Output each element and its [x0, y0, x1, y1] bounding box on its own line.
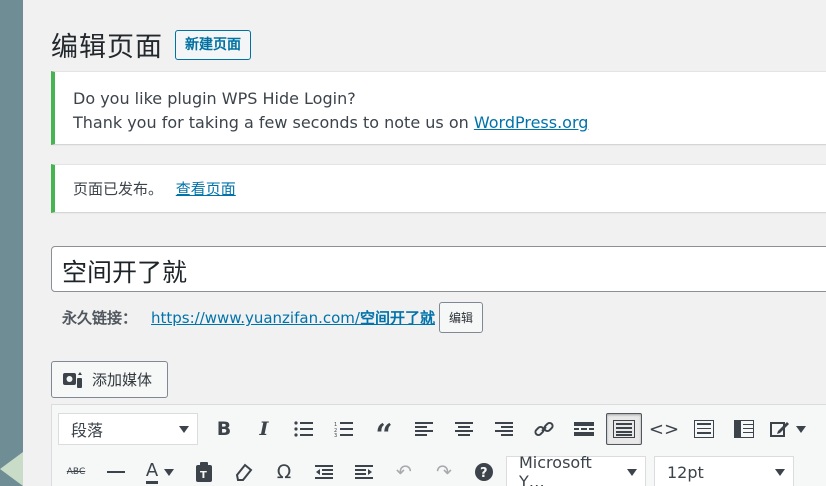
link-icon[interactable] [526, 413, 562, 445]
permalink-edit-button[interactable]: 编辑 [438, 302, 483, 333]
numbered-list-icon[interactable]: 123 [326, 413, 362, 445]
text-color-label: A [145, 460, 159, 484]
svg-text:3: 3 [334, 433, 337, 437]
blockquote-icon[interactable]: “ [366, 413, 402, 453]
font-size-select[interactable]: 12pt [654, 456, 794, 486]
text-color-icon[interactable]: A [138, 456, 182, 486]
published-text: 页面已发布。 [73, 180, 164, 198]
undo-icon[interactable]: ↶ [386, 456, 422, 486]
wordpress-org-link[interactable]: WordPress.org [474, 113, 589, 132]
permalink-label: 永久链接： [62, 309, 138, 327]
font-family-select[interactable]: Microsoft Y… [506, 453, 646, 486]
paste-text-icon[interactable]: T [186, 456, 222, 486]
align-left-icon[interactable] [406, 413, 442, 445]
font-family-value: Microsoft Y… [519, 453, 592, 486]
help-icon[interactable]: ? [466, 456, 502, 486]
code-icon[interactable]: <> [646, 413, 682, 445]
permalink-link[interactable]: https://www.yuanzifan.com/空间开了就 [151, 307, 435, 328]
text-color-dropdown-chevron-icon [164, 468, 175, 476]
page-title: 编辑页面 [51, 32, 163, 63]
bullet-list-icon[interactable] [286, 413, 322, 445]
add-new-page-button[interactable]: 新建页面 [175, 29, 251, 60]
table-icon[interactable] [686, 413, 722, 445]
add-media-icon [62, 370, 92, 390]
font-size-value: 12pt [667, 462, 704, 482]
outdent-icon[interactable] [306, 456, 342, 486]
edit-icon[interactable] [766, 413, 810, 445]
toolbar-row-1: 段落 B I 123 “ <> [58, 413, 814, 453]
italic-icon[interactable]: I [246, 413, 282, 445]
toolbar-row-2: ABC A T Ω ↶ ↷ ? Microsoft Y… 12pt [58, 453, 802, 486]
read-more-icon[interactable] [566, 413, 602, 445]
special-char-icon[interactable]: Ω [266, 456, 302, 486]
chevron-down-icon [179, 425, 189, 433]
font-family-chevron-icon [627, 468, 637, 476]
view-page-link[interactable]: 查看页面 [176, 180, 236, 198]
indent-icon[interactable] [346, 456, 382, 486]
current-menu-arrow [0, 452, 23, 486]
redo-icon[interactable]: ↷ [426, 456, 462, 486]
notice-line-2-text: Thank you for taking a few seconds to no… [73, 113, 474, 132]
font-size-chevron-icon [775, 468, 785, 476]
toolbar-toggle-icon[interactable] [606, 413, 642, 445]
add-media-label: 添加媒体 [92, 371, 153, 389]
svg-text:T: T [200, 470, 207, 481]
horizontal-rule-icon[interactable] [98, 456, 134, 486]
permalink-slug: 空间开了就 [359, 309, 435, 327]
page-header: 编辑页面 新建页面 [51, 25, 251, 64]
bold-icon[interactable]: B [206, 413, 242, 445]
post-title-input[interactable]: 空间开了就 [51, 246, 826, 292]
admin-sidebar [0, 0, 23, 486]
format-select[interactable]: 段落 [58, 413, 198, 445]
edit-dropdown-chevron-icon [796, 425, 806, 433]
columns-icon[interactable] [726, 413, 762, 445]
rate-plugin-notice: Do you like plugin WPS Hide Login? Thank… [51, 71, 826, 145]
svg-text:?: ? [480, 466, 488, 481]
permalink-base: https://www.yuanzifan.com/ [151, 309, 360, 327]
add-media-button[interactable]: 添加媒体 [51, 361, 168, 398]
notice-line-1: Do you like plugin WPS Hide Login? [73, 89, 356, 108]
notice-line-2: Thank you for taking a few seconds to no… [73, 111, 826, 135]
page-published-notice: 页面已发布。 查看页面 [51, 164, 826, 213]
strikethrough-icon[interactable]: ABC [58, 456, 94, 486]
align-right-icon[interactable] [486, 413, 522, 445]
format-select-value: 段落 [71, 421, 104, 440]
permalink-row: 永久链接： https://www.yuanzifan.com/空间开了就 编辑 [62, 302, 483, 333]
align-center-icon[interactable] [446, 413, 482, 445]
clear-formatting-icon[interactable] [226, 456, 262, 486]
editor-toolbar: 段落 B I 123 “ <> ABC A T Ω ↶ ↷ ? Microsof… [51, 404, 826, 486]
